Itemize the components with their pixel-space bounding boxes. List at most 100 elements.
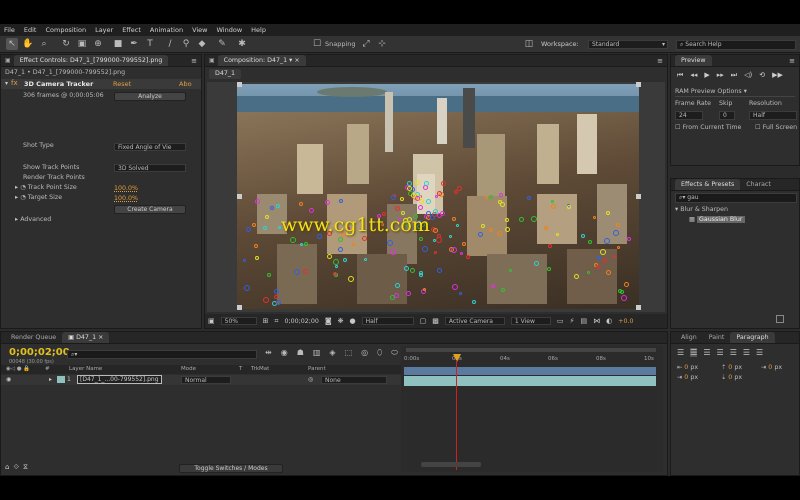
time-graph[interactable]: 0:00s02s04s06s08s10s	[401, 346, 663, 472]
work-area-bar[interactable]	[404, 367, 656, 375]
track-point-marker[interactable]	[458, 292, 462, 296]
exposure-value[interactable]: +0.0	[618, 318, 633, 325]
transparency-grid-icon[interactable]: ▩	[432, 317, 439, 325]
handle-bl[interactable]	[237, 305, 242, 310]
parent-pickwhip-icon[interactable]: ◎	[308, 375, 313, 385]
track-point-marker[interactable]	[617, 288, 622, 293]
expand-triangle-icon[interactable]: ▸	[49, 375, 52, 385]
space-after-row[interactable]: ⇣ 0 px	[721, 373, 742, 383]
menu-item-layer[interactable]: Layer	[95, 26, 113, 34]
track-point-marker[interactable]	[403, 265, 409, 271]
stopwatch-icon[interactable]: ◔	[20, 184, 26, 191]
track-point-marker[interactable]	[620, 295, 627, 302]
panel-menu-icon[interactable]: ≡	[657, 57, 663, 65]
region-icon[interactable]: ⌗	[275, 317, 279, 326]
track-point-marker[interactable]	[418, 236, 423, 241]
loop-icon[interactable]: ⟲	[759, 71, 765, 80]
track-point-marker[interactable]	[624, 281, 630, 287]
track-point-marker[interactable]	[490, 283, 495, 288]
track-point-marker[interactable]	[299, 201, 304, 206]
menu-item-edit[interactable]: Edit	[24, 26, 37, 34]
resolution-dropdown[interactable]: Half	[361, 317, 414, 325]
track-point-marker[interactable]	[605, 270, 611, 276]
snap-option-icon[interactable]: ⤢	[360, 38, 372, 50]
track-point-size-value[interactable]: 100.0%	[114, 185, 138, 192]
track-point-marker[interactable]	[352, 242, 356, 246]
ram-preview-options[interactable]: RAM Preview Options ▾	[675, 87, 795, 97]
lock-icon[interactable]: ▣	[209, 57, 215, 64]
comp-subtab[interactable]: D47_1	[209, 69, 242, 79]
track-point-marker[interactable]	[334, 264, 338, 268]
always-preview-icon[interactable]: ▣	[208, 317, 215, 325]
first-frame-icon[interactable]: ⏮	[677, 71, 683, 80]
tab-effect-controls[interactable]: Effect Controls: D47_1_[799000-799552].p…	[13, 55, 169, 66]
full-screen-row[interactable]: ☐ Full Screen	[755, 123, 797, 133]
menu-item-file[interactable]: File	[4, 26, 15, 34]
eraser-tool-icon[interactable]: ◆	[196, 38, 208, 50]
snapshot-icon[interactable]: ◙	[325, 317, 332, 325]
next-frame-icon[interactable]: ▸▸	[717, 71, 724, 80]
effect-gaussian-blur[interactable]: ▦ Gaussian Blur	[689, 215, 745, 225]
expand-modes-icon[interactable]: ⟐	[13, 463, 19, 472]
tab-render-queue[interactable]: Render Queue	[5, 332, 62, 343]
toggle-switches-modes-button[interactable]: Toggle Switches / Modes	[179, 464, 283, 473]
from-current-row[interactable]: ☐ From Current Time	[675, 123, 741, 133]
menu-item-view[interactable]: View	[192, 26, 207, 34]
last-frame-icon[interactable]: ⏭	[731, 71, 737, 80]
auto-keyframe-icon[interactable]: ⬯	[377, 348, 382, 358]
align-center-icon[interactable]: ☰	[690, 348, 698, 357]
track-point-marker[interactable]	[276, 203, 281, 208]
draft-3d-icon[interactable]: ◉	[281, 348, 288, 358]
col-trkmat[interactable]: TrkMat	[251, 365, 269, 374]
audio-icon[interactable]: ◁)	[744, 71, 752, 80]
color-icon[interactable]: ●	[350, 317, 356, 325]
space-before-row[interactable]: ⇡ 0 px	[721, 363, 742, 373]
timeline-search-input[interactable]: ⌕▾	[67, 350, 257, 359]
ram-preview-icon[interactable]: ▶▶	[772, 71, 783, 80]
comp-mini-flowchart-icon[interactable]: ⇹	[265, 348, 272, 358]
camera-dropdown[interactable]: Active Camera	[444, 317, 505, 325]
track-point-marker[interactable]	[500, 288, 505, 293]
expand-triangle-icon[interactable]: ▾	[5, 80, 8, 87]
shot-type-dropdown[interactable]: Fixed Angle of Vie	[114, 143, 186, 151]
track-point-marker[interactable]	[308, 208, 314, 213]
label-color-icon[interactable]	[57, 376, 65, 383]
pixel-aspect-icon[interactable]: ▭	[557, 317, 564, 325]
brush-tool-icon[interactable]: ∕	[164, 38, 176, 50]
close-icon[interactable]: ×	[98, 334, 103, 341]
play-icon[interactable]: ▶	[704, 71, 709, 80]
track-point-marker[interactable]	[508, 268, 512, 272]
skip-dropdown[interactable]: 0	[719, 111, 735, 120]
new-folder-icon[interactable]	[776, 315, 784, 323]
category-blur-sharpen[interactable]: ▾ Blur & Sharpen	[675, 205, 728, 215]
col-parent[interactable]: Parent	[308, 365, 326, 374]
handle-ml[interactable]	[237, 194, 242, 199]
effects-search-input[interactable]: ⌕▾ gau	[675, 193, 797, 203]
track-point-marker[interactable]	[573, 274, 579, 280]
track-point-marker[interactable]	[386, 240, 393, 247]
track-point-marker[interactable]	[418, 270, 423, 275]
track-point-marker[interactable]	[304, 241, 309, 246]
lock-icon[interactable]: ▣	[5, 57, 11, 64]
handle-mr[interactable]	[636, 194, 641, 199]
clone-stamp-icon[interactable]: ⚲	[180, 38, 192, 50]
col-layer-name[interactable]: Layer Name	[69, 365, 102, 374]
track-point-marker[interactable]	[393, 292, 399, 298]
frame-blending-icon[interactable]: ▥	[313, 348, 321, 358]
rotate-tool-icon[interactable]: ↻	[60, 38, 72, 50]
prev-frame-icon[interactable]: ◂◂	[690, 71, 697, 80]
workspace-dropdown[interactable]: Standard ▾	[588, 40, 668, 49]
zoom-dropdown[interactable]: 50%	[220, 317, 257, 325]
tab-preview[interactable]: Preview	[675, 55, 712, 66]
justify-center-icon[interactable]: ☰	[730, 348, 737, 357]
flowchart-icon[interactable]: ⋈	[593, 317, 600, 325]
track-point-marker[interactable]	[390, 248, 397, 255]
checkbox-icon[interactable]: ☐	[755, 124, 761, 131]
justify-right-icon[interactable]: ☰	[743, 348, 750, 357]
layer-duration-bar[interactable]	[404, 376, 656, 386]
roto-brush-icon[interactable]: ✎	[216, 38, 228, 50]
track-point-marker[interactable]	[432, 239, 436, 243]
layer-name[interactable]: [D47_1_...00-799552].png	[77, 375, 162, 384]
expand-stretch-icon[interactable]: ⧖	[23, 463, 28, 472]
comp-viewer[interactable]: www.cg1tt.com	[207, 82, 665, 312]
